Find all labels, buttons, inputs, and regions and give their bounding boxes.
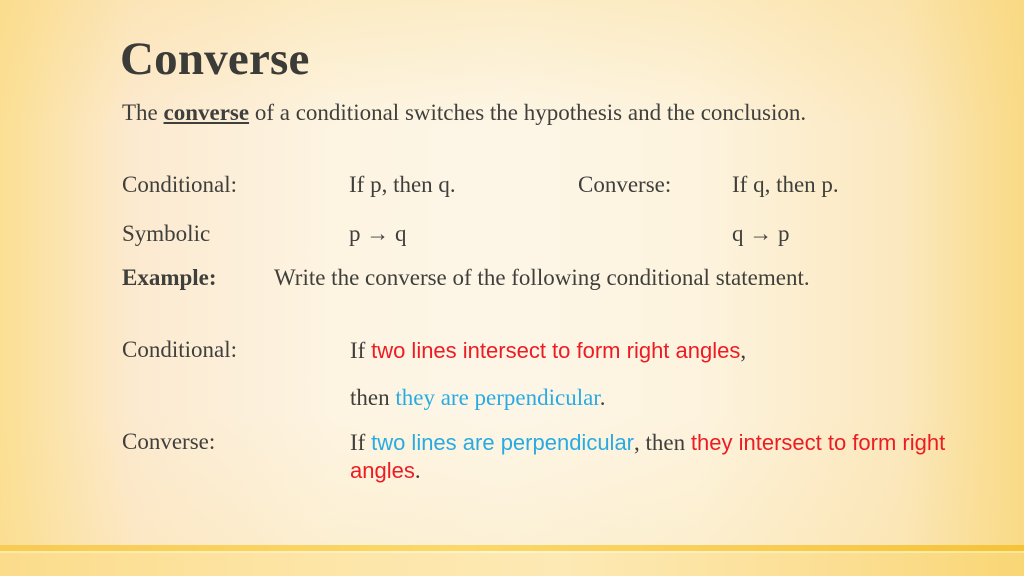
converse-statement-row: Converse: If two lines are perpendicular,… [122,429,1002,485]
abstract-conditional-label: Conditional: [122,172,237,197]
example-row: Example: Write the converse of the follow… [122,265,922,291]
converse-then-keyword: , then [634,430,691,455]
symbolic-conditional-value: p → q [349,221,407,246]
abstract-converse-label: Converse: [578,172,672,197]
conditional-line1-comma: , [740,338,747,363]
example-label: Example: [122,265,217,290]
conditional-statement-label: Conditional: [122,337,237,362]
intro-emphasis-converse: converse [163,100,250,125]
footer-band [0,553,1024,576]
conditional-statement-body: If two lines intersect to form right ang… [350,337,970,412]
converse-statement-label: Converse: [122,429,216,454]
converse-hypothesis: two lines are perpendicular [371,430,635,455]
abstract-conditional-value: If p, then q. [349,172,456,197]
intro-text-before: The [122,100,164,125]
symbolic-notation-row: Symbolic p → q q → p [122,221,1002,247]
conditional-then-keyword: then [350,385,396,411]
symbolic-converse-value: q → p [732,221,790,246]
converse-conclusion-part1: they [690,430,733,455]
example-instruction: Write the converse of the following cond… [274,265,810,290]
conditional-hypothesis: two lines intersect to form right angles [371,338,741,363]
conditional-if-keyword: If [350,338,372,363]
slide-title: Converse [120,33,310,85]
converse-if-keyword: If [350,430,372,455]
intro-paragraph: The converse of a conditional switches t… [122,99,912,127]
conditional-line2-period: . [599,385,606,411]
intro-text-after: of a conditional switches the hypothesis… [249,100,807,125]
conditional-conclusion: they are perpendicular [395,385,600,411]
converse-statement-body: If two lines are perpendicular, then the… [350,429,970,485]
symbolic-label: Symbolic [122,221,211,246]
abstract-converse-value: If q, then p. [732,172,839,197]
abstract-definition-row: Conditional: If p, then q. Converse: If q, … [122,172,1002,198]
slide: Converse The converse of a conditional s… [0,0,1024,576]
conditional-statement-line2: then they are perpendicular. [350,384,970,412]
converse-period: . [414,458,421,484]
conditional-statement-row: Conditional: If two lines intersect to fo… [122,337,1002,412]
